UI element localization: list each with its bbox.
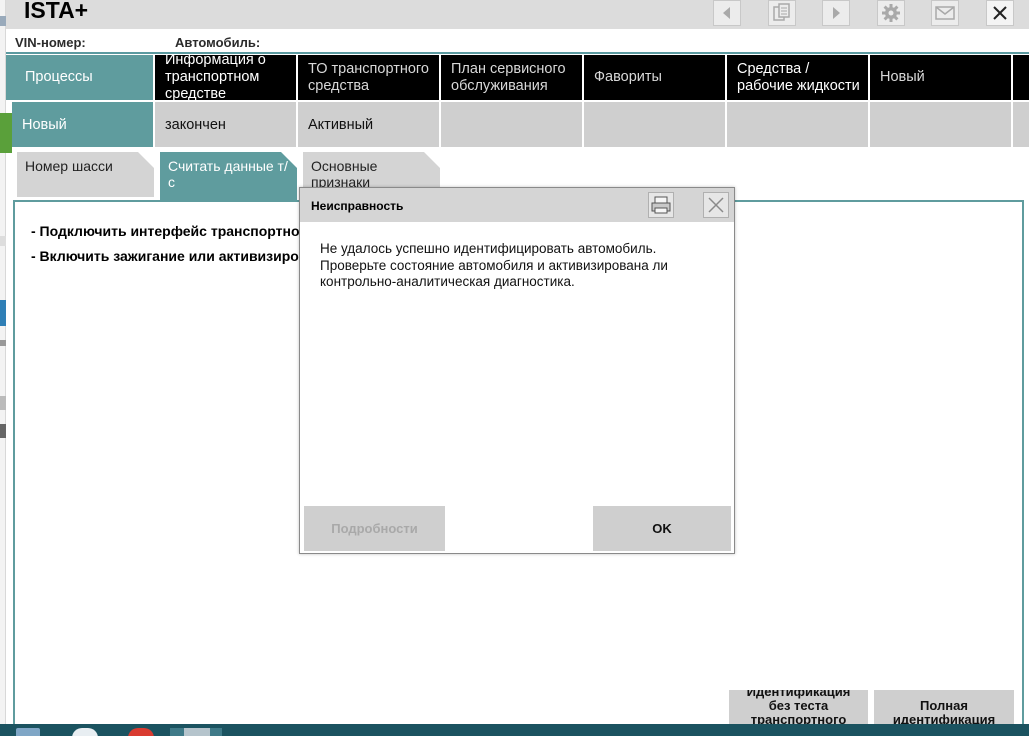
tab-favorites[interactable]: Фавориты — [584, 55, 725, 100]
tab-processes[interactable]: Процессы — [6, 55, 153, 100]
folder-tab-read-vehicle-data[interactable]: Считать данные т/с — [160, 152, 297, 200]
tab-label: Фавориты — [594, 69, 662, 85]
subtab-empty — [870, 102, 1011, 147]
background-fragment — [0, 396, 6, 410]
taskbar-app-icon[interactable] — [72, 728, 98, 736]
gear-icon — [882, 4, 900, 22]
folder-tab-chassis-number[interactable]: Номер шасси — [17, 152, 154, 197]
full-identification-button[interactable]: Полная идентификация — [874, 690, 1014, 724]
background-window-edge — [0, 0, 6, 724]
forward-button[interactable] — [822, 0, 850, 26]
subtab-label: Новый — [22, 116, 67, 133]
mail-button[interactable] — [931, 0, 959, 26]
folder-tab-label: Считать данные т/с — [168, 158, 288, 190]
tab-fluids[interactable]: Средства / рабочие жидкости — [727, 55, 868, 100]
subtab-label: Активный — [308, 116, 374, 133]
tab-corner — [424, 152, 440, 168]
back-button[interactable] — [713, 0, 741, 26]
close-icon — [708, 197, 724, 213]
tab-overflow — [1013, 55, 1029, 100]
details-button-label: Подробности — [331, 521, 418, 536]
vin-label: VIN-номер: — [15, 35, 86, 50]
tab-label: План сервисного обслуживания — [451, 60, 566, 94]
tab-new[interactable]: Новый — [870, 55, 1011, 100]
printer-icon — [651, 196, 671, 214]
close-app-button[interactable] — [986, 0, 1014, 26]
background-fragment — [0, 300, 6, 326]
arrow-left-icon — [723, 7, 730, 19]
background-fragment — [0, 340, 6, 346]
tab-vehicle-service[interactable]: ТО транспортного средства — [298, 55, 439, 100]
dialog-close-button[interactable] — [703, 192, 729, 218]
tab-label: Информация о транспортном средстве — [165, 55, 266, 100]
subtab-finished[interactable]: закончен — [155, 102, 296, 147]
subtab-label: закончен — [165, 116, 226, 133]
envelope-icon — [935, 6, 955, 20]
tab-label: Новый — [880, 69, 925, 85]
subtab-empty — [1013, 102, 1029, 147]
button-label: Идентификация без теста транспортного — [746, 690, 851, 724]
vehicle-info-row: VIN-номер: Автомобиль: — [6, 29, 1029, 53]
folder-tab-label: Номер шасси — [25, 158, 113, 174]
tab-label: Процессы — [25, 69, 93, 85]
arrow-right-icon — [833, 7, 840, 19]
dialog-message: Не удалось успешно идентифицировать авто… — [320, 241, 668, 289]
identify-without-test-button[interactable]: Идентификация без теста транспортного — [729, 690, 868, 724]
details-button[interactable]: Подробности — [304, 506, 445, 551]
taskbar — [0, 724, 1029, 736]
title-bar: ISTA+ — [6, 0, 1029, 29]
tab-label: ТО транспортного средства — [308, 60, 429, 94]
subtab-empty — [441, 102, 582, 147]
subtab-new[interactable]: Новый — [12, 102, 153, 147]
instruction-ignition: - Включить зажигание или активизиро — [31, 248, 299, 264]
tab-label: Средства / рабочие жидкости — [737, 60, 860, 94]
tab-service-plan[interactable]: План сервисного обслуживания — [441, 55, 582, 100]
settings-button[interactable] — [877, 0, 905, 26]
subtab-empty — [584, 102, 725, 147]
taskbar-app-icon[interactable] — [184, 728, 210, 736]
subtab-empty — [727, 102, 868, 147]
folder-tab-label: Основные признаки — [311, 158, 378, 190]
close-icon — [993, 6, 1007, 20]
documents-icon — [773, 3, 790, 21]
background-logo-fragment — [0, 113, 12, 153]
instruction-connect-interface: - Подключить интерфейс транспортно — [31, 223, 300, 239]
print-button[interactable] — [648, 192, 674, 218]
background-fragment — [0, 424, 6, 438]
vehicle-label: Автомобиль: — [175, 35, 261, 50]
dialog-header: Неисправность — [300, 188, 734, 222]
tab-corner — [138, 152, 154, 168]
button-label: Полная идентификация — [892, 698, 996, 725]
tab-vehicle-info[interactable]: Информация о транспортном средстве — [155, 55, 296, 100]
error-dialog: Неисправность Не удалось успешно идентиф… — [299, 187, 735, 554]
subtab-active[interactable]: Активный — [298, 102, 439, 147]
taskbar-app-icon[interactable] — [128, 728, 154, 736]
taskbar-app-icon[interactable] — [16, 728, 40, 736]
app-title: ISTA+ — [24, 0, 89, 23]
background-fragment — [0, 236, 6, 246]
header-separator — [6, 52, 1029, 54]
tab-corner — [281, 152, 297, 168]
documents-button[interactable] — [768, 0, 796, 26]
ok-button-label: OK — [652, 521, 672, 536]
ok-button[interactable]: OK — [593, 506, 731, 551]
dialog-title: Неисправность — [311, 199, 404, 213]
